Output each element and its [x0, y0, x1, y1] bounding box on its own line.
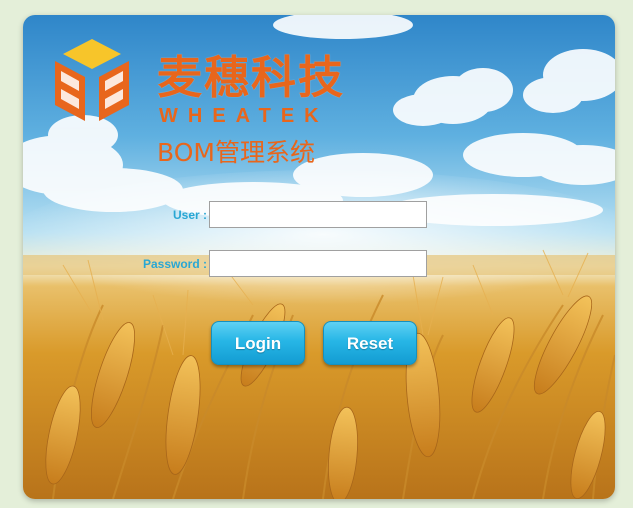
user-input[interactable]: [209, 201, 427, 228]
password-label: Password :: [142, 257, 207, 271]
password-input[interactable]: [209, 250, 427, 277]
reset-button[interactable]: Reset: [323, 321, 417, 365]
login-card: 麦穗科技 WHEATEK BOM管理系统 User : Password : L…: [23, 15, 615, 499]
system-title: BOM管理系统: [157, 138, 315, 167]
wheat-hexagon-logo-icon: [55, 39, 129, 121]
login-button[interactable]: Login: [211, 321, 305, 365]
brand-name-cn: 麦穗科技: [157, 51, 346, 104]
user-label: User :: [172, 208, 207, 222]
brand-name-en: WHEATEK: [159, 105, 329, 127]
